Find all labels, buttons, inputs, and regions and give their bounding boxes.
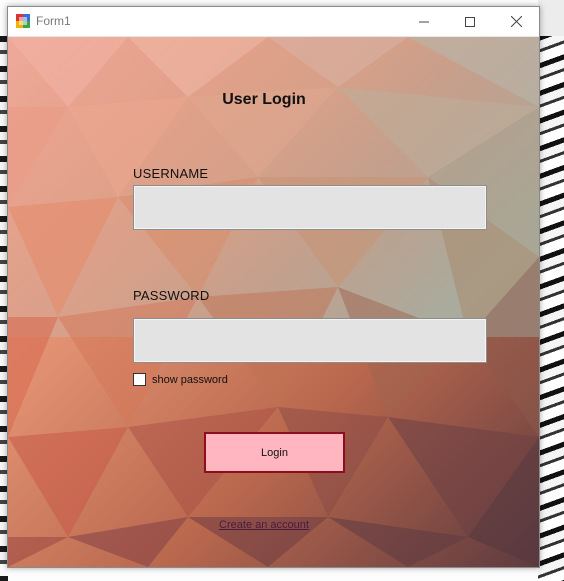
username-input[interactable] <box>133 185 487 230</box>
login-button[interactable]: Login <box>204 432 345 473</box>
create-account-link[interactable]: Create an account <box>8 519 520 531</box>
window-title: Form1 <box>36 14 71 28</box>
close-button[interactable] <box>493 7 539 36</box>
show-password-toggle[interactable]: show password <box>133 373 228 386</box>
app-icon <box>16 14 30 28</box>
login-window: Form1 User Login USERNAME PASSWORD show … <box>7 6 540 568</box>
minimize-icon <box>419 21 429 22</box>
minimize-button[interactable] <box>401 7 447 36</box>
password-input[interactable] <box>133 318 487 363</box>
title-bar[interactable]: Form1 <box>8 7 539 37</box>
desktop-wallpaper-right <box>538 36 564 581</box>
username-label: USERNAME <box>133 166 209 181</box>
show-password-checkbox[interactable] <box>133 373 146 386</box>
show-password-label[interactable]: show password <box>152 374 228 386</box>
form-client-area: User Login USERNAME PASSWORD show passwo… <box>8 37 539 567</box>
low-poly-background <box>8 37 539 567</box>
password-label: PASSWORD <box>133 288 210 303</box>
maximize-button[interactable] <box>447 7 493 36</box>
close-icon <box>510 16 522 27</box>
maximize-icon <box>465 16 475 27</box>
page-title: User Login <box>222 91 306 108</box>
